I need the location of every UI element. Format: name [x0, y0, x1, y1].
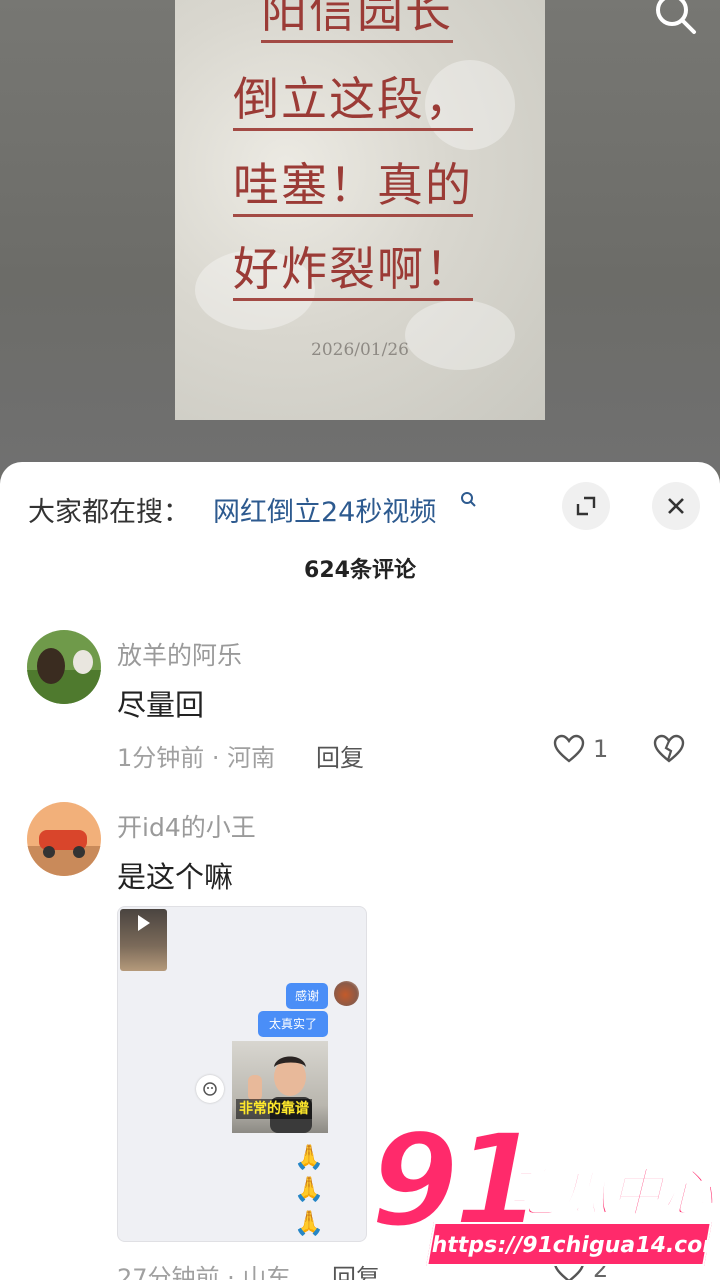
comment-image[interactable]: 感谢 太真实了 非常的靠谱 🙏 🙏 🙏 [117, 906, 367, 1242]
comment-count: 624条评论 [304, 558, 416, 583]
like-button[interactable]: 1 [553, 734, 608, 764]
expand-icon [576, 496, 596, 516]
video-thumbnail [120, 909, 167, 971]
play-icon [138, 915, 150, 931]
comment-sheet: 大家都在搜： 网红倒立24秒视频 624条评论 放羊的阿乐 尽量回 1分钟前 ·… [0, 462, 720, 1280]
hot-search-link[interactable]: 网红倒立24秒视频 [213, 490, 436, 529]
avatar[interactable] [27, 630, 101, 704]
watermark-url: https://91chigua14.com [426, 1222, 720, 1266]
comment-meta: 1分钟前 · 河南 [117, 744, 276, 772]
comment-username[interactable]: 开id4的小王 [117, 808, 256, 844]
reply-button[interactable]: 回复 [332, 1258, 380, 1280]
poster-line-2: 倒立这段， [233, 70, 473, 131]
sticker-caption: 非常的靠谱 [236, 1099, 312, 1119]
pray-emoji: 🙏 [294, 1209, 324, 1237]
pray-emoji: 🙏 [294, 1175, 324, 1203]
like-count: 1 [593, 735, 609, 763]
hot-search-prefix: 大家都在搜： [28, 497, 190, 528]
close-icon [668, 498, 684, 514]
chat-bubble: 感谢 [286, 983, 328, 1009]
video-poster: 阳信园长 倒立这段， 哇塞！真的 好炸裂啊！ 2026/01/26 [175, 0, 545, 420]
poster-line-3: 哇塞！真的 [233, 156, 473, 217]
sticker-image: 非常的靠谱 [232, 1041, 328, 1133]
expand-button[interactable] [562, 482, 610, 530]
close-button[interactable] [652, 482, 700, 530]
video-area[interactable]: 阳信园长 倒立这段， 哇塞！真的 好炸裂啊！ 2026/01/26 [0, 0, 720, 470]
reply-button[interactable]: 回复 [316, 738, 364, 773]
sticker-icon [196, 1075, 224, 1103]
watermark-text: 吃瓜中心 [505, 1163, 715, 1225]
comment-meta: 27分钟前 · 山东 [117, 1264, 291, 1280]
poster-line-4: 好炸裂啊！ [233, 240, 473, 301]
search-icon[interactable] [652, 0, 698, 38]
chat-avatar [334, 981, 359, 1006]
search-link-icon [461, 492, 476, 507]
comment-username[interactable]: 放羊的阿乐 [117, 636, 242, 672]
sheet-header: 大家都在搜： 网红倒立24秒视频 624条评论 [0, 462, 720, 583]
pray-emoji: 🙏 [294, 1143, 324, 1171]
avatar[interactable] [27, 802, 101, 876]
comment-text: 尽量回 [117, 688, 205, 722]
heart-icon [553, 734, 585, 763]
comment-text: 是这个嘛 [117, 860, 234, 894]
poster-date: 2026/01/26 [311, 340, 409, 360]
poster-line-1: 阳信园长 [261, 0, 453, 43]
chat-bubble: 太真实了 [258, 1011, 328, 1037]
broken-heart-icon[interactable] [653, 734, 685, 764]
